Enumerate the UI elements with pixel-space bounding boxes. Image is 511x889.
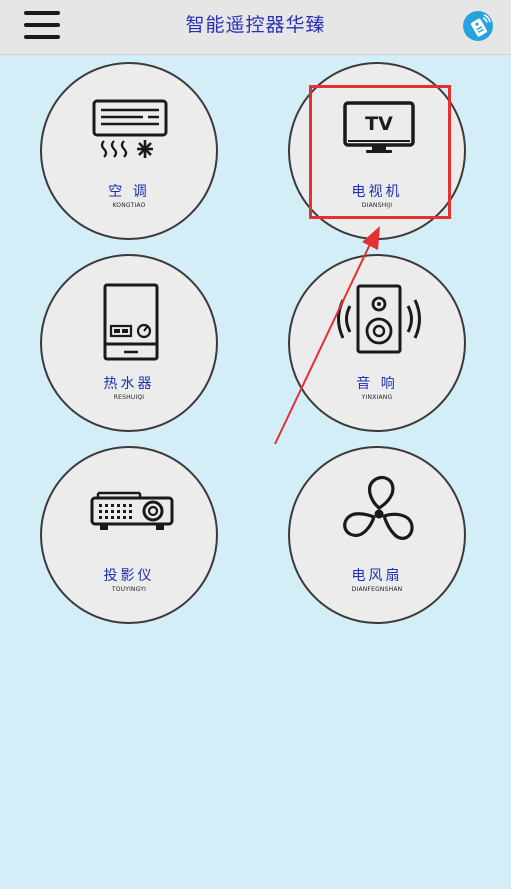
remote-control-icon xyxy=(463,11,493,41)
app-title: 智能遥控器华臻 xyxy=(185,14,326,36)
device-speaker[interactable]: 音 响 YINXIANG xyxy=(288,254,466,432)
device-water-heater[interactable]: 热水器 RESHUIQI xyxy=(40,254,218,432)
device-tv[interactable]: TV 电视机 DIANSHIJI xyxy=(288,62,466,240)
device-sublabel: YINXIANG xyxy=(361,394,393,401)
device-label: 音 响 xyxy=(356,376,398,392)
device-sublabel: TOUYINGYI xyxy=(111,586,147,593)
electric-fan-icon xyxy=(343,475,414,540)
device-label: 热水器 xyxy=(103,376,155,392)
device-electric-fan[interactable]: 电风扇 DIANFEGNSHAN xyxy=(288,446,466,624)
device-label: 电视机 xyxy=(351,184,403,200)
tv-icon: TV xyxy=(343,101,415,153)
device-sublabel: DIANFEGNSHAN xyxy=(351,586,403,593)
device-label: 空 调 xyxy=(108,184,150,200)
water-heater-icon xyxy=(103,283,159,361)
remote-button[interactable] xyxy=(462,10,494,42)
air-conditioner-icon xyxy=(92,99,168,158)
device-air-conditioner[interactable]: 空 调 KONGTIAO xyxy=(40,62,218,240)
device-sublabel: RESHUIQI xyxy=(113,394,145,401)
device-sublabel: DIANSHIJI xyxy=(361,202,393,209)
device-label: 电风扇 xyxy=(351,568,403,584)
device-label: 投影仪 xyxy=(103,568,155,584)
tv-icon-text: TV xyxy=(365,113,393,135)
projector-icon xyxy=(90,491,174,530)
device-projector[interactable]: 投影仪 TOUYINGYI xyxy=(40,446,218,624)
top-bar: 智能遥控器华臻 xyxy=(0,0,511,55)
speaker-icon xyxy=(337,284,421,354)
device-sublabel: KONGTIAO xyxy=(112,202,146,209)
